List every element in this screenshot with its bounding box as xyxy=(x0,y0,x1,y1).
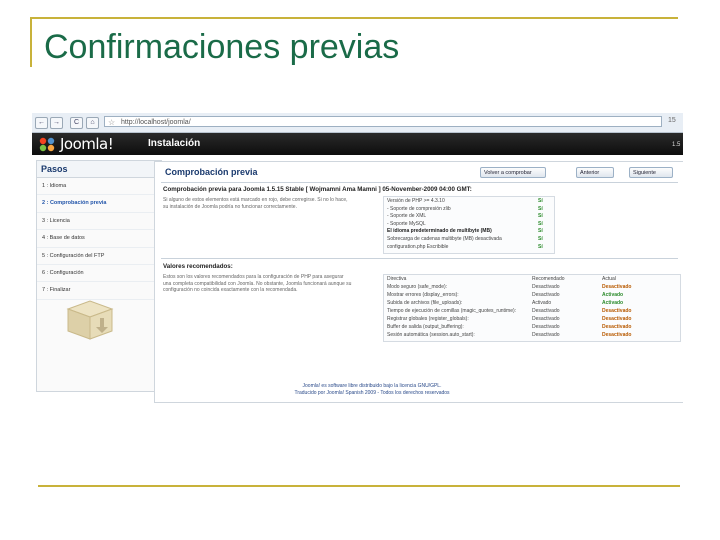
precheck-table: Versión de PHP >= 4.3.10 Sí - Soporte de… xyxy=(383,196,555,254)
recommended-value: Desactivado xyxy=(532,308,560,314)
table-row: configuration.php Escribible Sí xyxy=(384,244,554,252)
header-version: 1.5 xyxy=(672,142,681,148)
divider xyxy=(161,182,678,183)
check-label: - Soporte MySQL xyxy=(387,220,426,227)
header-title: Instalación xyxy=(148,138,201,149)
previous-button[interactable]: Anterior xyxy=(576,167,614,178)
address-bar[interactable]: ☆ http://localhost/joomla/ ▸ xyxy=(104,116,662,127)
directive-label: Mostrar errores (display_errors): xyxy=(387,292,459,298)
joomla-logo-icon xyxy=(39,137,55,152)
check-status: Sí xyxy=(538,243,543,250)
star-icon[interactable]: ☆ xyxy=(108,117,115,128)
steps-sidebar: Pasos 1 : Idioma 2 : Comprobación previa… xyxy=(36,160,162,392)
screenshot: ← → C ⌂ ☆ http://localhost/joomla/ ▸ 15 … xyxy=(32,113,683,406)
joomla-logo-text: Joomla! xyxy=(60,135,114,153)
footer-credits: Traducido por Joomla! Spanish 2009 - Tod… xyxy=(294,390,450,396)
recheck-button[interactable]: Volver a comprobar xyxy=(480,167,546,178)
actual-value: Desactivado xyxy=(602,324,632,330)
precheck-section-title: Comprobación previa para Joomla 1.5.15 S… xyxy=(163,186,472,193)
check-label: El idioma predeterminado de multibyte (M… xyxy=(387,228,492,235)
check-status: Sí xyxy=(538,198,543,204)
browser-toolbar: ← → C ⌂ ☆ http://localhost/joomla/ ▸ 15 xyxy=(32,113,683,133)
directive-label: Sesión automática (session.auto_start): xyxy=(387,332,475,338)
joomla-header: Joomla! Instalación 1.5 xyxy=(32,133,683,155)
precheck-description: Si alguno de estos elementos está marcad… xyxy=(163,197,348,210)
footer-license: Joomla! es software libre distribuido ba… xyxy=(302,383,442,389)
check-status: Sí xyxy=(538,228,543,235)
step-precheck[interactable]: 2 : Comprobación previa xyxy=(37,195,161,213)
table-row: Sobrecarga de cadenas multibyte (MB) des… xyxy=(384,236,554,244)
divider xyxy=(161,258,678,259)
install-box-icon xyxy=(66,300,114,340)
main-title: Comprobación previa xyxy=(165,167,258,177)
table-row: El idioma predeterminado de multibyte (M… xyxy=(384,228,554,236)
directive-label: Tiempo de ejecución de comillas (magic_q… xyxy=(387,308,517,314)
table-row: Tiempo de ejecución de comillas (magic_q… xyxy=(384,308,680,316)
step-finish[interactable]: 7 : Finalizar xyxy=(37,282,161,300)
joomla-logo: Joomla! xyxy=(38,136,138,152)
actual-value: Desactivado xyxy=(602,316,632,322)
steps-heading: Pasos xyxy=(37,161,161,178)
recommended-value: Activado xyxy=(532,300,552,306)
table-row: - Soporte de XML Sí xyxy=(384,213,554,221)
check-status: Sí xyxy=(538,236,543,242)
footer: Joomla! es software libre distribuido ba… xyxy=(262,383,482,397)
check-label: - Soporte de compresión zlib xyxy=(387,205,451,212)
header-actual: Actual xyxy=(602,276,616,282)
table-row: - Soporte de compresión zlib Sí xyxy=(384,206,554,214)
check-label: configuration.php Escribible xyxy=(387,243,449,250)
step-license[interactable]: 3 : Licencia xyxy=(37,213,161,231)
table-row: - Soporte MySQL Sí xyxy=(384,221,554,229)
header-directive: Directiva xyxy=(387,276,407,282)
check-status: Sí xyxy=(538,220,543,227)
check-status: Sí xyxy=(538,205,543,212)
table-row: Sesión automática (session.auto_start): … xyxy=(384,332,680,340)
browser-right-label: 15 xyxy=(668,117,676,124)
directive-label: Buffer de salida (output_buffering): xyxy=(387,324,464,330)
step-database[interactable]: 4 : Base de datos xyxy=(37,230,161,248)
table-row: Buffer de salida (output_buffering): Des… xyxy=(384,324,680,332)
recommended-value: Desactivado xyxy=(532,284,560,290)
recommended-value: Desactivado xyxy=(532,332,560,338)
next-button[interactable]: Siguiente xyxy=(629,167,673,178)
recommended-value: Desactivado xyxy=(532,324,560,330)
table-row: Modo seguro (safe_mode): Desactivado Des… xyxy=(384,284,680,292)
actual-value: Desactivado xyxy=(602,308,632,314)
actual-value: Activado xyxy=(602,292,624,298)
home-button[interactable]: ⌂ xyxy=(86,117,99,129)
table-header: Directiva Recomendado Actual xyxy=(384,276,680,284)
table-row: Versión de PHP >= 4.3.10 Sí xyxy=(384,198,554,206)
reload-button[interactable]: C xyxy=(70,117,83,129)
forward-button[interactable]: → xyxy=(50,117,63,129)
step-ftp[interactable]: 5 : Configuración del FTP xyxy=(37,248,161,265)
table-row: Subida de archivos (file_uploads): Activ… xyxy=(384,300,680,308)
recommended-description: Estos son los valores recomendados para … xyxy=(163,274,352,293)
table-row: Registrar globales (register_globals): D… xyxy=(384,316,680,324)
header-recommended: Recomendado xyxy=(532,276,565,282)
check-label: Sobrecarga de cadenas multibyte (MB) des… xyxy=(387,236,502,242)
url-text: http://localhost/joomla/ xyxy=(121,119,191,126)
directive-label: Subida de archivos (file_uploads): xyxy=(387,300,463,306)
check-label: Versión de PHP >= 4.3.10 xyxy=(387,198,445,204)
recommended-section-title: Valores recomendados: xyxy=(163,263,233,270)
check-status: Sí xyxy=(538,213,543,220)
recommended-table: Directiva Recomendado Actual Modo seguro… xyxy=(383,274,681,342)
actual-value: Activado xyxy=(602,300,624,306)
table-row: Mostrar errores (display_errors): Desact… xyxy=(384,292,680,300)
back-button[interactable]: ← xyxy=(35,117,48,129)
slide-frame-bottom xyxy=(38,485,680,487)
step-language[interactable]: 1 : Idioma xyxy=(37,178,161,196)
actual-value: Desactivado xyxy=(602,332,632,338)
slide-frame-left xyxy=(30,17,32,67)
recommended-value: Desactivado xyxy=(532,292,560,298)
check-label: - Soporte de XML xyxy=(387,213,427,220)
recommended-value: Desactivado xyxy=(532,316,560,322)
actual-value: Desactivado xyxy=(602,284,632,290)
slide-title: Confirmaciones previas xyxy=(44,28,400,66)
directive-label: Modo seguro (safe_mode): xyxy=(387,284,448,290)
main-panel: Comprobación previa Volver a comprobar A… xyxy=(154,161,683,403)
slide-frame-top xyxy=(30,17,678,19)
step-configuration[interactable]: 6 : Configuración xyxy=(37,265,161,283)
directive-label: Registrar globales (register_globals): xyxy=(387,316,469,322)
